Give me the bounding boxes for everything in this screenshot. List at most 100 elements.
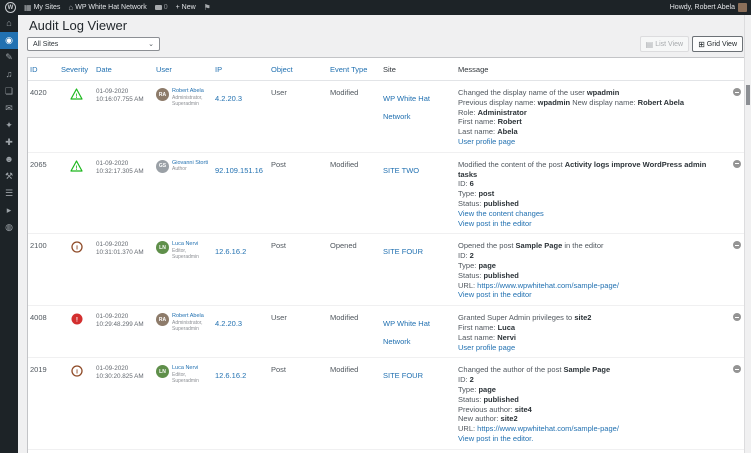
activity-log-icon: ◉ bbox=[5, 36, 13, 45]
plugin-flag-icon: ⚑ bbox=[204, 4, 211, 12]
ip-address-link[interactable]: 4.2.20.3 bbox=[215, 94, 242, 103]
expand-data-icon[interactable] bbox=[733, 241, 741, 249]
audit-log-table: IDSeverityDateUserIPObjectEvent TypeSite… bbox=[27, 57, 745, 453]
expand-data-icon[interactable] bbox=[733, 365, 741, 373]
extra-plugin-icon: ◍ bbox=[5, 223, 13, 232]
site-filter-select[interactable]: All Sites ⌄ bbox=[27, 37, 160, 51]
comments-menu[interactable]: 0 bbox=[155, 4, 168, 11]
inspector-cell bbox=[728, 306, 744, 357]
expand-data-icon[interactable] bbox=[733, 88, 741, 96]
message-link[interactable]: https://www.wpwhitehat.com/sample-page/ bbox=[477, 281, 619, 290]
column-header-date[interactable]: Date bbox=[94, 65, 154, 74]
table-row: 2065 ! 01-09-202010:32:17.305 AM GS Giov… bbox=[28, 153, 744, 235]
user-cell: GS Giovanni Storti Author bbox=[154, 153, 213, 234]
ip-address-link[interactable]: 4.2.20.3 bbox=[215, 319, 242, 328]
sidebar-item-settings[interactable]: ☰ bbox=[0, 185, 18, 202]
account-avatar[interactable] bbox=[738, 3, 747, 12]
sidebar-item-appearance[interactable]: ✦ bbox=[0, 117, 18, 134]
column-header-user[interactable]: User bbox=[154, 65, 213, 74]
message-cell: Changed the display name of the user wpa… bbox=[456, 81, 728, 152]
user-avatar: GS bbox=[156, 160, 169, 173]
message-link[interactable]: User profile page bbox=[458, 343, 515, 352]
my-sites-menu[interactable]: ▦ My Sites bbox=[24, 4, 60, 12]
comment-bubble-icon bbox=[155, 5, 162, 10]
severity-cell: ! bbox=[59, 306, 94, 357]
table-row: 4020 ! 01-09-202010:16:07.755 AM RA Robe… bbox=[28, 81, 744, 153]
sidebar-item-plugins[interactable]: ✚ bbox=[0, 134, 18, 151]
event-type: Modified bbox=[328, 81, 381, 152]
message-link[interactable]: https://www.wpwhitehat.com/sample-page/ bbox=[477, 424, 619, 433]
network-site-menu[interactable]: ⌂ WP White Hat Network bbox=[68, 4, 146, 12]
plugin-adminbar-menu[interactable]: ⚑ bbox=[204, 4, 211, 12]
expand-data-icon[interactable] bbox=[733, 160, 741, 168]
sidebar-item-media[interactable]: ♫ bbox=[0, 66, 18, 83]
object-type: User bbox=[269, 306, 328, 357]
ip-address-link[interactable]: 92.109.151.16 bbox=[215, 166, 263, 175]
site-link[interactable]: SITE FOUR bbox=[383, 247, 423, 256]
vertical-scrollbar[interactable] bbox=[744, 15, 751, 453]
message-link[interactable]: View post in the editor. bbox=[458, 434, 533, 443]
column-header-event-type[interactable]: Event Type bbox=[328, 65, 381, 74]
list-view-button[interactable]: ▤ List View bbox=[640, 36, 689, 52]
plugins-icon: ✚ bbox=[5, 138, 13, 147]
video-icon: ▸ bbox=[7, 206, 12, 215]
tools-icon: ⚒ bbox=[5, 172, 13, 181]
wordpress-logo-menu[interactable]: W bbox=[5, 2, 16, 13]
sidebar-item-comments[interactable]: ✉ bbox=[0, 100, 18, 117]
event-date: 01-09-202010:29:48.299 AM bbox=[94, 306, 154, 357]
new-label: + New bbox=[176, 4, 196, 11]
site-link[interactable]: SITE TWO bbox=[383, 166, 419, 175]
user-cell: LN Luca Nervi Editor, Superadmin bbox=[154, 358, 213, 448]
sidebar-item-tools[interactable]: ⚒ bbox=[0, 168, 18, 185]
column-header-object[interactable]: Object bbox=[269, 65, 328, 74]
column-header-severity[interactable]: Severity bbox=[59, 65, 94, 74]
user-cell: RA Robert Abela Administrator, Superadmi… bbox=[154, 306, 213, 357]
sidebar-item-users[interactable]: ☻ bbox=[0, 151, 18, 168]
appearance-icon: ✦ bbox=[5, 121, 13, 130]
sidebar-item-extra-plugin[interactable]: ◍ bbox=[0, 219, 18, 236]
sidebar-item-activity-log[interactable]: ◉ bbox=[0, 32, 18, 49]
grid-view-button[interactable]: ⊞ Grid View bbox=[692, 36, 743, 52]
sidebar-item-posts[interactable]: ✎ bbox=[0, 49, 18, 66]
message-link[interactable]: User profile page bbox=[458, 137, 515, 146]
table-header: IDSeverityDateUserIPObjectEvent TypeSite… bbox=[28, 58, 744, 81]
wordpress-admin-screen: W ▦ My Sites ⌂ WP White Hat Network 0 + … bbox=[0, 0, 751, 453]
posts-icon: ✎ bbox=[5, 53, 13, 62]
expand-data-icon[interactable] bbox=[733, 313, 741, 321]
sidebar-item-video[interactable]: ▸ bbox=[0, 202, 18, 219]
severity-info-icon: i bbox=[71, 240, 83, 300]
users-icon: ☻ bbox=[4, 155, 13, 164]
inspector-cell bbox=[728, 153, 744, 234]
event-type: Modified bbox=[328, 358, 381, 448]
howdy-account-menu[interactable]: Howdy, Robert Abela bbox=[670, 4, 735, 11]
object-type: Post bbox=[269, 153, 328, 234]
scrollbar-thumb[interactable] bbox=[746, 85, 750, 105]
message-link[interactable]: View the content changes bbox=[458, 209, 544, 218]
column-header-id[interactable]: ID bbox=[28, 65, 59, 74]
message-link[interactable]: View post in the editor bbox=[458, 290, 532, 299]
main-content: Audit Log Viewer All Sites ⌄ ▤ List View… bbox=[18, 15, 751, 453]
list-view-icon: ▤ bbox=[646, 40, 654, 49]
severity-info-icon: i bbox=[71, 364, 83, 443]
severity-cell: i bbox=[59, 234, 94, 305]
message-link[interactable]: View post in the editor bbox=[458, 219, 532, 228]
my-sites-icon: ▦ bbox=[24, 4, 32, 12]
site-link[interactable]: SITE FOUR bbox=[383, 371, 423, 380]
table-row: 4008 ! 01-09-202010:29:48.299 AM RA Robe… bbox=[28, 306, 744, 358]
event-date: 01-09-202010:32:17.305 AM bbox=[94, 153, 154, 234]
grid-view-label: Grid View bbox=[707, 41, 737, 48]
ip-address-link[interactable]: 12.6.16.2 bbox=[215, 247, 246, 256]
severity-critical-icon: ! bbox=[71, 312, 83, 352]
site-link[interactable]: WP White Hat Network bbox=[383, 94, 430, 121]
site-link[interactable]: WP White Hat Network bbox=[383, 319, 430, 346]
user-role: Administrator, Superadmin bbox=[172, 320, 211, 332]
message-cell: Opened the post Sample Page in the edito… bbox=[456, 234, 728, 305]
severity-cell: ! bbox=[59, 81, 94, 152]
new-content-menu[interactable]: + New bbox=[176, 4, 196, 11]
sidebar-item-pages[interactable]: ❏ bbox=[0, 83, 18, 100]
column-header-ip[interactable]: IP bbox=[213, 65, 269, 74]
sidebar-item-dashboard[interactable]: ⌂ bbox=[0, 15, 18, 32]
user-role: Editor, Superadmin bbox=[172, 372, 211, 384]
admin-bar-left: W ▦ My Sites ⌂ WP White Hat Network 0 + … bbox=[0, 2, 211, 13]
ip-address-link[interactable]: 12.6.16.2 bbox=[215, 371, 246, 380]
